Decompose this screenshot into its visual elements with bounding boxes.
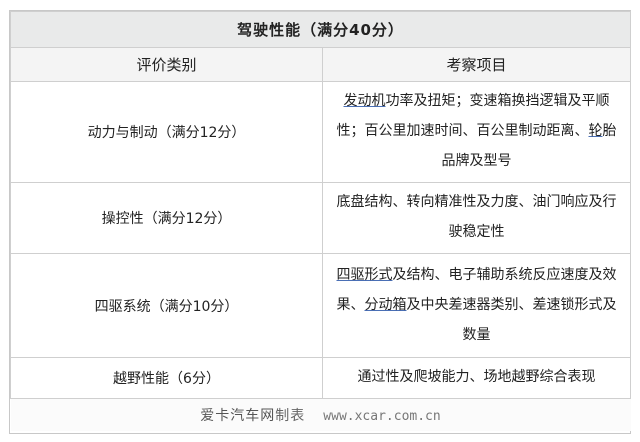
term-link[interactable]: 四驱形式: [337, 267, 393, 283]
item-text: 底盘结构、转向精准性及力度、油门响应及行驶稳定性: [336, 194, 617, 240]
table-row: 四驱系统（满分10分） 四驱形式及结构、电子辅助系统反应速度及效果、分动箱及中央…: [10, 253, 631, 358]
table-row: 越野性能（6分） 通过性及爬坡能力、场地越野综合表现: [10, 357, 631, 399]
table-title: 驾驶性能（满分40分）: [10, 11, 631, 48]
brand-suffix: 制表: [275, 408, 306, 424]
brand-watermark: 爱卡汽车网制表: [200, 408, 305, 424]
table-row: 动力与制动（满分12分） 发动机功率及扭矩；变速箱换挡逻辑及平顺性；百公里加速时…: [10, 81, 631, 183]
term-link[interactable]: 发动机: [344, 93, 386, 109]
term-link[interactable]: 分动箱: [365, 297, 407, 313]
row-items: 四驱形式及结构、电子辅助系统反应速度及效果、分动箱及中央差速器类别、差速锁形式及…: [322, 253, 631, 358]
header-category: 评价类别: [10, 47, 323, 82]
term-link[interactable]: 轮: [589, 123, 603, 139]
table-header-row: 评价类别 考察项目: [10, 47, 631, 82]
row-items: 通过性及爬坡能力、场地越野综合表现: [322, 357, 631, 399]
item-text: 通过性及爬坡能力、场地越野综合表现: [357, 369, 596, 385]
footer-row: 爱卡汽车网制表 www.xcar.com.cn: [10, 398, 631, 431]
header-items: 考察项目: [322, 47, 631, 82]
row-category: 操控性（满分12分）: [10, 182, 323, 254]
brand-name: 爱卡汽车网: [200, 408, 276, 424]
row-items: 底盘结构、转向精准性及力度、油门响应及行驶稳定性: [322, 182, 631, 254]
table-row: 操控性（满分12分） 底盘结构、转向精准性及力度、油门响应及行驶稳定性: [10, 182, 631, 254]
row-items: 发动机功率及扭矩；变速箱换挡逻辑及平顺性；百公里加速时间、百公里制动距离、轮胎品…: [322, 81, 631, 183]
driving-performance-table: 驾驶性能（满分40分） 评价类别 考察项目 动力与制动（满分12分） 发动机功率…: [10, 11, 631, 431]
score-table-frame: 驾驶性能（满分40分） 评价类别 考察项目 动力与制动（满分12分） 发动机功率…: [9, 10, 631, 434]
site-url: www.xcar.com.cn: [323, 409, 441, 424]
table-footer: 爱卡汽车网制表 www.xcar.com.cn: [10, 398, 631, 431]
row-category: 越野性能（6分）: [10, 357, 323, 399]
table-title-row: 驾驶性能（满分40分）: [10, 11, 631, 48]
item-text: 及中央差速器类别、差速锁形式及数量: [406, 296, 617, 343]
row-category: 四驱系统（满分10分）: [10, 253, 323, 358]
row-category: 动力与制动（满分12分）: [10, 81, 323, 183]
